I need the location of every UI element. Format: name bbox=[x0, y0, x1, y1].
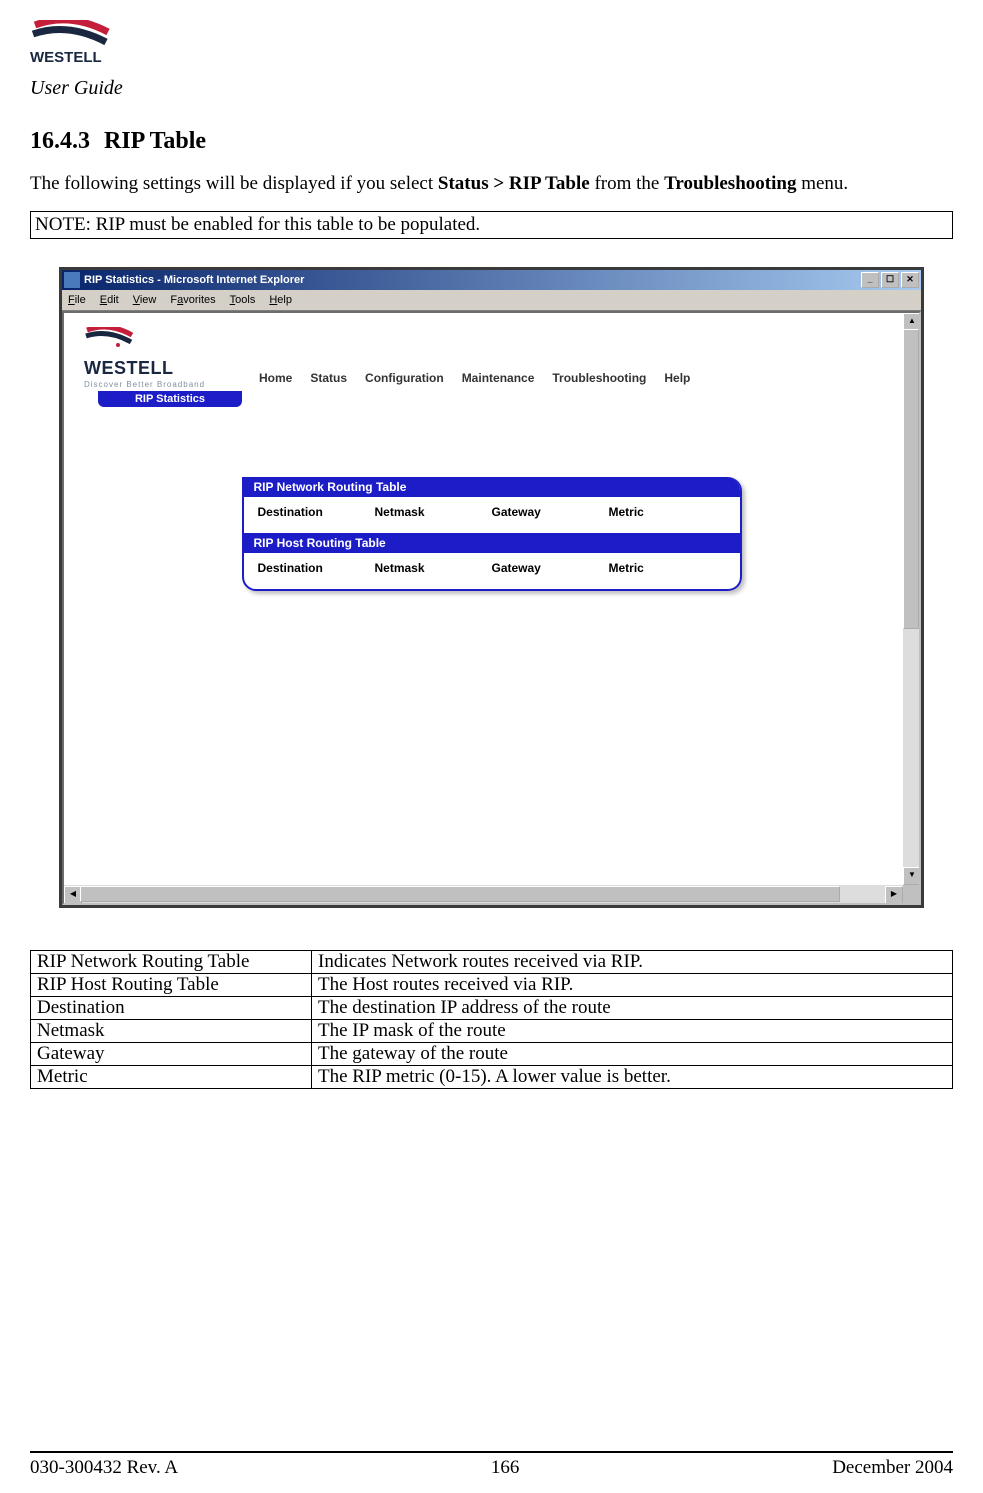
panel-header-network: RIP Network Routing Table bbox=[244, 477, 740, 497]
term-cell: Netmask bbox=[31, 1020, 312, 1043]
nav-configuration[interactable]: Configuration bbox=[365, 371, 444, 385]
term-cell: RIP Host Routing Table bbox=[31, 974, 312, 997]
nav-troubleshooting[interactable]: Troubleshooting bbox=[552, 371, 646, 385]
term-cell: RIP Network Routing Table bbox=[31, 951, 312, 974]
footer-date: December 2004 bbox=[832, 1457, 953, 1479]
footer-divider bbox=[30, 1451, 953, 1453]
menu-edit[interactable]: Edit bbox=[100, 294, 119, 306]
section-number: 16.4.3 bbox=[30, 128, 90, 154]
scroll-corner bbox=[903, 885, 919, 903]
col-gateway: Gateway bbox=[492, 561, 609, 575]
desc-cell: Indicates Network routes received via RI… bbox=[312, 951, 953, 974]
ie-app-icon bbox=[64, 272, 80, 288]
router-brand-logo: WESTELL Discover Better Broadband bbox=[84, 327, 239, 389]
menu-tools[interactable]: Tools bbox=[230, 294, 256, 306]
router-tagline: Discover Better Broadband bbox=[84, 380, 239, 389]
term-cell: Gateway bbox=[31, 1043, 312, 1066]
nav-maintenance[interactable]: Maintenance bbox=[462, 371, 535, 385]
panel-columns-network: Destination Netmask Gateway Metric bbox=[244, 497, 740, 533]
minimize-button[interactable]: _ bbox=[861, 272, 879, 288]
desc-cell: The gateway of the route bbox=[312, 1043, 953, 1066]
intro-bold-path: Status > RIP Table bbox=[438, 173, 590, 194]
desc-cell: The destination IP address of the route bbox=[312, 997, 953, 1020]
nav-home[interactable]: Home bbox=[259, 371, 292, 385]
scroll-thumb-vertical[interactable] bbox=[903, 329, 919, 629]
table-row: Gateway The gateway of the route bbox=[31, 1043, 953, 1066]
panel-header-host: RIP Host Routing Table bbox=[244, 533, 740, 553]
table-row: Metric The RIP metric (0-15). A lower va… bbox=[31, 1066, 953, 1089]
ie-window-title: RIP Statistics - Microsoft Internet Expl… bbox=[84, 274, 861, 286]
footer-page-number: 166 bbox=[491, 1457, 520, 1479]
table-row: Destination The destination IP address o… bbox=[31, 997, 953, 1020]
desc-cell: The RIP metric (0-15). A lower value is … bbox=[312, 1066, 953, 1089]
description-table: RIP Network Routing Table Indicates Netw… bbox=[30, 950, 953, 1089]
intro-text-post: menu. bbox=[796, 173, 848, 194]
footer-revision: 030-300432 Rev. A bbox=[30, 1457, 178, 1479]
intro-text: The following settings will be displayed… bbox=[30, 173, 438, 194]
table-row: RIP Network Routing Table Indicates Netw… bbox=[31, 951, 953, 974]
vertical-scrollbar[interactable]: ▲ ▼ bbox=[903, 313, 919, 885]
router-nav: Home Status Configuration Maintenance Tr… bbox=[259, 371, 690, 389]
intro-text-mid: from the bbox=[590, 173, 664, 194]
horizontal-scrollbar[interactable]: ◀ ▶ bbox=[64, 885, 903, 903]
menu-file[interactable]: File bbox=[68, 294, 86, 306]
col-metric: Metric bbox=[609, 561, 726, 575]
scroll-thumb-horizontal[interactable] bbox=[80, 886, 840, 902]
menu-help[interactable]: Help bbox=[269, 294, 292, 306]
table-row: Netmask The IP mask of the route bbox=[31, 1020, 953, 1043]
desc-cell: The Host routes received via RIP. bbox=[312, 974, 953, 997]
section-title: RIP Table bbox=[104, 128, 206, 154]
nav-status[interactable]: Status bbox=[310, 371, 347, 385]
westell-swoosh-icon bbox=[84, 327, 134, 353]
rip-panel: RIP Network Routing Table Destination Ne… bbox=[242, 477, 742, 591]
term-cell: Destination bbox=[31, 997, 312, 1020]
intro-bold-menu: Troubleshooting bbox=[664, 173, 796, 194]
ie-titlebar: RIP Statistics - Microsoft Internet Expl… bbox=[62, 270, 921, 290]
page-footer: 030-300432 Rev. A 166 December 2004 bbox=[30, 1457, 953, 1479]
col-destination: Destination bbox=[258, 561, 375, 575]
scroll-down-button[interactable]: ▼ bbox=[903, 867, 921, 885]
svg-text:WESTELL: WESTELL bbox=[30, 49, 102, 66]
nav-help[interactable]: Help bbox=[664, 371, 690, 385]
menu-favorites[interactable]: Favorites bbox=[170, 294, 215, 306]
document-logo: WESTELL bbox=[30, 20, 953, 73]
ie-menubar: File Edit View Favorites Tools Help bbox=[62, 290, 921, 311]
westell-logo-icon: WESTELL bbox=[30, 20, 110, 68]
close-button[interactable]: ✕ bbox=[901, 272, 919, 288]
ie-content-area: WESTELL Discover Better Broadband Home S… bbox=[62, 311, 921, 905]
panel-columns-host: Destination Netmask Gateway Metric bbox=[244, 553, 740, 589]
menu-view[interactable]: View bbox=[133, 294, 157, 306]
term-cell: Metric bbox=[31, 1066, 312, 1089]
col-netmask: Netmask bbox=[375, 505, 492, 519]
col-metric: Metric bbox=[609, 505, 726, 519]
col-netmask: Netmask bbox=[375, 561, 492, 575]
section-heading: 16.4.3 RIP Table bbox=[30, 128, 953, 155]
maximize-button[interactable]: ☐ bbox=[881, 272, 899, 288]
rip-statistics-tab[interactable]: RIP Statistics bbox=[98, 391, 242, 407]
intro-paragraph: The following settings will be displayed… bbox=[30, 173, 953, 195]
col-destination: Destination bbox=[258, 505, 375, 519]
col-gateway: Gateway bbox=[492, 505, 609, 519]
table-row: RIP Host Routing Table The Host routes r… bbox=[31, 974, 953, 997]
router-page: WESTELL Discover Better Broadband Home S… bbox=[64, 313, 919, 605]
router-brand-name: WESTELL bbox=[84, 358, 239, 379]
user-guide-label: User Guide bbox=[30, 77, 953, 100]
screenshot-window: RIP Statistics - Microsoft Internet Expl… bbox=[59, 267, 924, 908]
scroll-right-button[interactable]: ▶ bbox=[885, 886, 903, 904]
note-box: NOTE: RIP must be enabled for this table… bbox=[30, 211, 953, 239]
desc-cell: The IP mask of the route bbox=[312, 1020, 953, 1043]
